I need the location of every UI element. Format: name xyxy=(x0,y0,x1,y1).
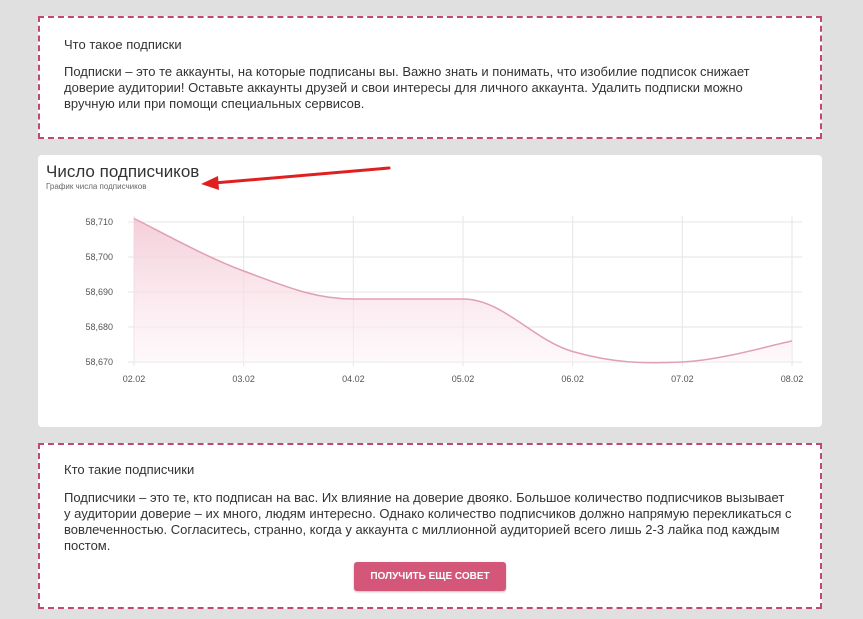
x-tick-label: 03.02 xyxy=(232,374,255,384)
tip-card-subscriptions: Что такое подписки Подписки – это те акк… xyxy=(38,16,822,139)
get-more-advice-button[interactable]: ПОЛУЧИТЬ ЕЩЕ СОВЕТ xyxy=(354,562,506,591)
y-tick-label: 58,700 xyxy=(85,252,113,262)
tip-card-followers: Кто такие подписчики Подписчики – это те… xyxy=(38,443,822,609)
x-tick-label: 02.02 xyxy=(123,374,146,384)
y-tick-label: 58,690 xyxy=(85,287,113,297)
followers-chart-card: 58,670 58,680 58,690 58,700 58,710 02.02 03.02… xyxy=(38,155,822,427)
x-tick-label: 08.02 xyxy=(781,374,804,384)
tip-text: Подписчики – это те, кто подписан на вас… xyxy=(64,490,792,553)
x-tick-label: 04.02 xyxy=(342,374,365,384)
followers-chart: 58,670 58,680 58,690 58,700 58,710 02.02 03.02… xyxy=(85,216,804,384)
chart-title: Число подписчиков xyxy=(46,162,200,181)
y-tick-label: 58,680 xyxy=(85,322,113,332)
chart-subtitle: График числа подписчиков xyxy=(46,182,147,191)
y-tick-label: 58,670 xyxy=(85,357,113,367)
x-tick-label: 06.02 xyxy=(561,374,584,384)
x-tick-label: 07.02 xyxy=(671,374,694,384)
y-tick-label: 58,710 xyxy=(85,217,113,227)
x-tick-label: 05.02 xyxy=(452,374,475,384)
tip-title: Кто такие подписчики xyxy=(64,462,195,477)
tip-title: Что такое подписки xyxy=(64,37,182,52)
tip-text: Подписки – это те аккаунты, на которые п… xyxy=(64,64,750,111)
